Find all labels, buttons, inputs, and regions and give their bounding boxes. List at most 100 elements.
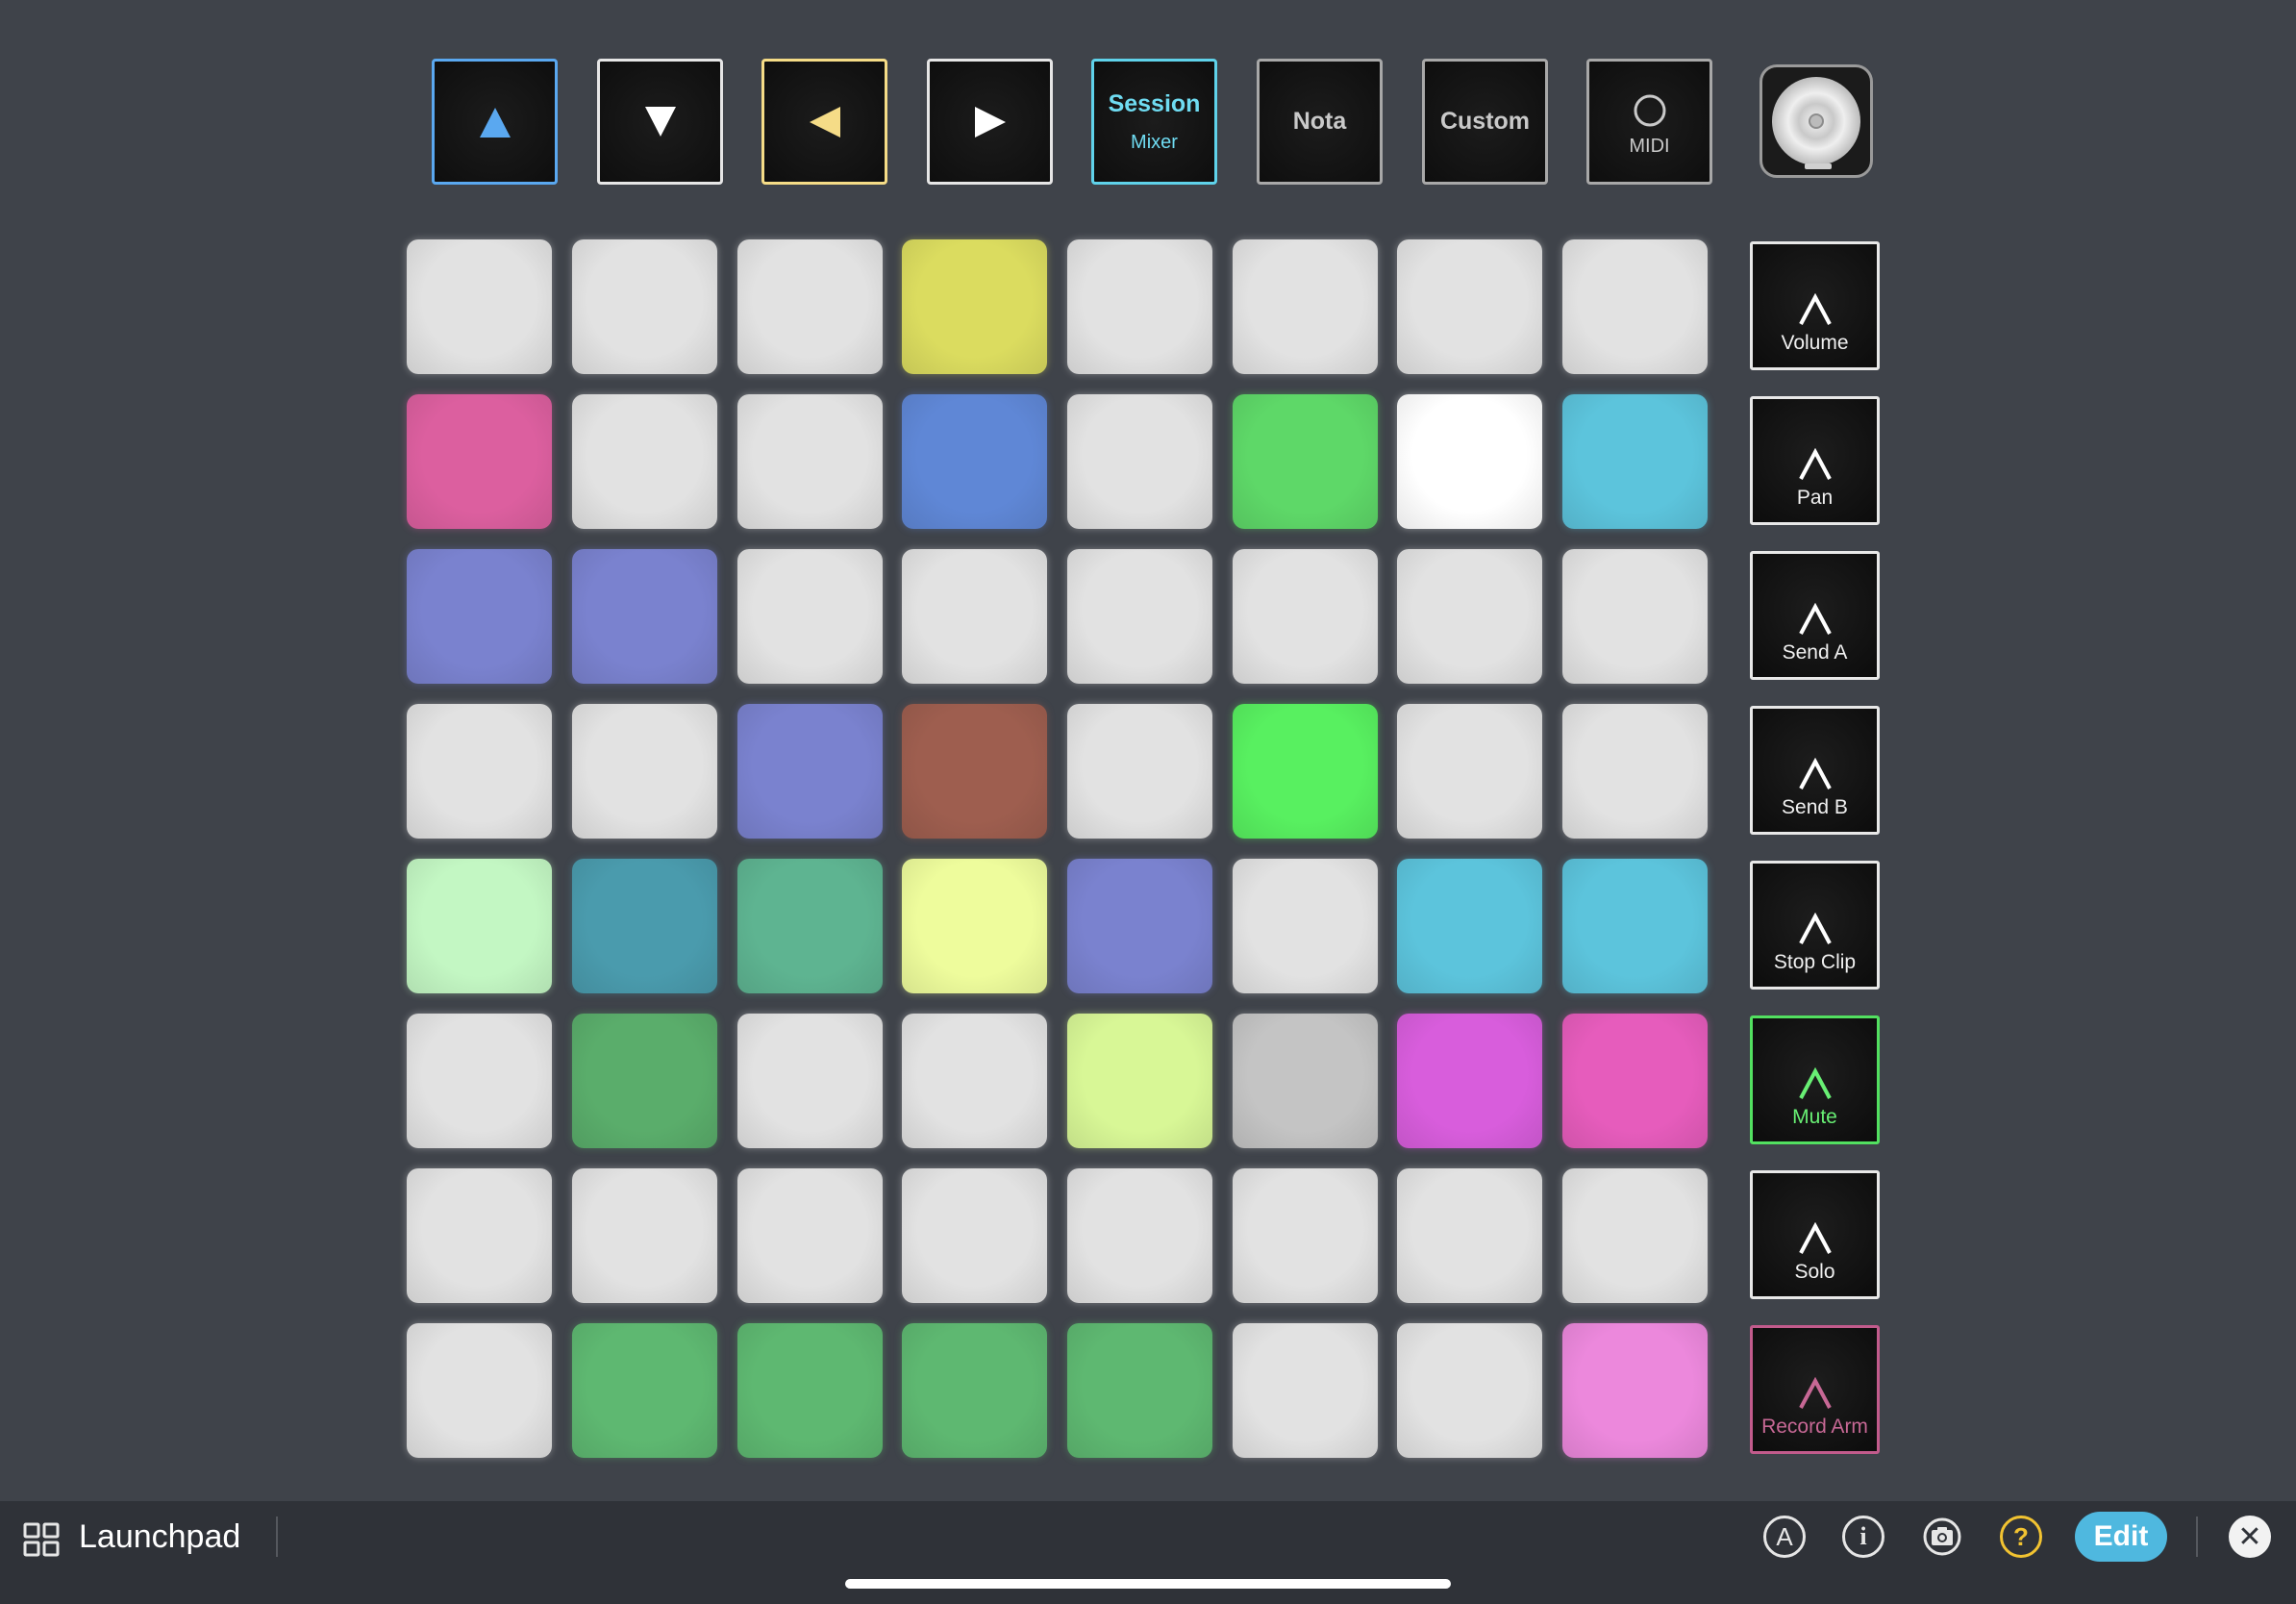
pad-r2-c6[interactable] [1233, 394, 1378, 529]
pad-r3-c6[interactable] [1233, 549, 1378, 684]
pad-r5-c5[interactable] [1067, 859, 1212, 993]
pad-r6-c7[interactable] [1397, 1014, 1542, 1148]
pad-r4-c6[interactable] [1233, 704, 1378, 839]
pad-r4-c2[interactable] [572, 704, 717, 839]
side-button-mute[interactable]: Mute [1750, 1015, 1880, 1144]
pad-r2-c4[interactable] [902, 394, 1047, 529]
pad-r5-c2[interactable] [572, 859, 717, 993]
pad-r6-c5[interactable] [1067, 1014, 1212, 1148]
pad-r2-c5[interactable] [1067, 394, 1212, 529]
pad-r8-c8[interactable] [1562, 1323, 1708, 1458]
app-logo[interactable] [1759, 64, 1873, 178]
pad-r2-c3[interactable] [737, 394, 883, 529]
note-label: Nota [1292, 108, 1347, 135]
edit-button[interactable]: Edit [2075, 1512, 2167, 1562]
pad-r4-c5[interactable] [1067, 704, 1212, 839]
pad-r7-c1[interactable] [407, 1168, 552, 1303]
pad-r8-c2[interactable] [572, 1323, 717, 1458]
pad-r8-c4[interactable] [902, 1323, 1047, 1458]
pad-r6-c3[interactable] [737, 1014, 883, 1148]
pad-r5-c8[interactable] [1562, 859, 1708, 993]
pad-r2-c1[interactable] [407, 394, 552, 529]
scroll-up-button[interactable] [432, 59, 558, 185]
pad-r8-c3[interactable] [737, 1323, 883, 1458]
pad-r1-c8[interactable] [1562, 239, 1708, 374]
pad-r6-c4[interactable] [902, 1014, 1047, 1148]
pad-r5-c1[interactable] [407, 859, 552, 993]
scroll-down-button[interactable] [597, 59, 723, 185]
pad-r3-c1[interactable] [407, 549, 552, 684]
pad-r4-c4[interactable] [902, 704, 1047, 839]
pad-r3-c2[interactable] [572, 549, 717, 684]
pad-r1-c6[interactable] [1233, 239, 1378, 374]
chevron-up-icon [1798, 1067, 1832, 1099]
pad-r5-c7[interactable] [1397, 859, 1542, 993]
pad-r1-c3[interactable] [737, 239, 883, 374]
help-icon[interactable]: ? [2000, 1516, 2042, 1558]
home-indicator [845, 1579, 1451, 1589]
pad-r5-c4[interactable] [902, 859, 1047, 993]
session-sub-label: Mixer [1131, 131, 1178, 153]
pad-r6-c8[interactable] [1562, 1014, 1708, 1148]
side-button-send-b[interactable]: Send B [1750, 706, 1880, 835]
divider [276, 1516, 278, 1557]
pad-r3-c5[interactable] [1067, 549, 1212, 684]
side-button-label: Mute [1792, 1106, 1837, 1128]
pad-r1-c5[interactable] [1067, 239, 1212, 374]
note-mode-button[interactable]: Nota [1257, 59, 1383, 185]
pad-r7-c2[interactable] [572, 1168, 717, 1303]
scroll-left-button[interactable] [761, 59, 887, 185]
pad-r7-c6[interactable] [1233, 1168, 1378, 1303]
pad-r7-c5[interactable] [1067, 1168, 1212, 1303]
custom-label: Custom [1439, 108, 1531, 135]
chevron-up-icon [1798, 448, 1832, 480]
custom-mode-button[interactable]: Custom [1422, 59, 1548, 185]
midi-mode-button[interactable]: MIDI [1586, 59, 1712, 185]
app-title: Launchpad [79, 1518, 241, 1555]
pad-r6-c2[interactable] [572, 1014, 717, 1148]
close-icon[interactable]: ✕ [2229, 1516, 2271, 1558]
pad-r6-c1[interactable] [407, 1014, 552, 1148]
pad-r7-c4[interactable] [902, 1168, 1047, 1303]
side-button-volume[interactable]: Volume [1750, 241, 1880, 370]
pad-r3-c4[interactable] [902, 549, 1047, 684]
pad-r2-c2[interactable] [572, 394, 717, 529]
pad-r2-c7[interactable] [1397, 394, 1542, 529]
pad-r8-c1[interactable] [407, 1323, 552, 1458]
pad-r6-c6[interactable] [1233, 1014, 1378, 1148]
pad-r5-c3[interactable] [737, 859, 883, 993]
side-button-send-a[interactable]: Send A [1750, 551, 1880, 680]
pad-r8-c7[interactable] [1397, 1323, 1542, 1458]
pad-r4-c1[interactable] [407, 704, 552, 839]
pad-r4-c8[interactable] [1562, 704, 1708, 839]
pad-r2-c8[interactable] [1562, 394, 1708, 529]
side-button-pan[interactable]: Pan [1750, 396, 1880, 525]
side-button-stop-clip[interactable]: Stop Clip [1750, 861, 1880, 990]
session-mode-button[interactable]: Session Mixer [1091, 59, 1217, 185]
pad-r1-c2[interactable] [572, 239, 717, 374]
pad-r1-c7[interactable] [1397, 239, 1542, 374]
session-label: Session [1108, 89, 1201, 117]
scroll-right-button[interactable] [927, 59, 1053, 185]
pad-r7-c3[interactable] [737, 1168, 883, 1303]
pad-r8-c5[interactable] [1067, 1323, 1212, 1458]
pad-r7-c8[interactable] [1562, 1168, 1708, 1303]
info-icon[interactable]: i [1842, 1516, 1884, 1558]
pad-r8-c6[interactable] [1233, 1323, 1378, 1458]
side-button-solo[interactable]: Solo [1750, 1170, 1880, 1299]
grid-apps-icon[interactable] [23, 1522, 60, 1557]
pad-r3-c8[interactable] [1562, 549, 1708, 684]
pad-r1-c4[interactable] [902, 239, 1047, 374]
arrow-up-icon [479, 107, 511, 138]
pad-r1-c1[interactable] [407, 239, 552, 374]
pad-r7-c7[interactable] [1397, 1168, 1542, 1303]
a-icon[interactable]: A [1763, 1516, 1806, 1558]
pad-r4-c7[interactable] [1397, 704, 1542, 839]
chevron-up-icon [1798, 293, 1832, 325]
pad-r3-c7[interactable] [1397, 549, 1542, 684]
pad-r4-c3[interactable] [737, 704, 883, 839]
pad-r5-c6[interactable] [1233, 859, 1378, 993]
pad-r3-c3[interactable] [737, 549, 883, 684]
camera-icon[interactable] [1921, 1516, 1963, 1558]
side-button-record-arm[interactable]: Record Arm [1750, 1325, 1880, 1454]
